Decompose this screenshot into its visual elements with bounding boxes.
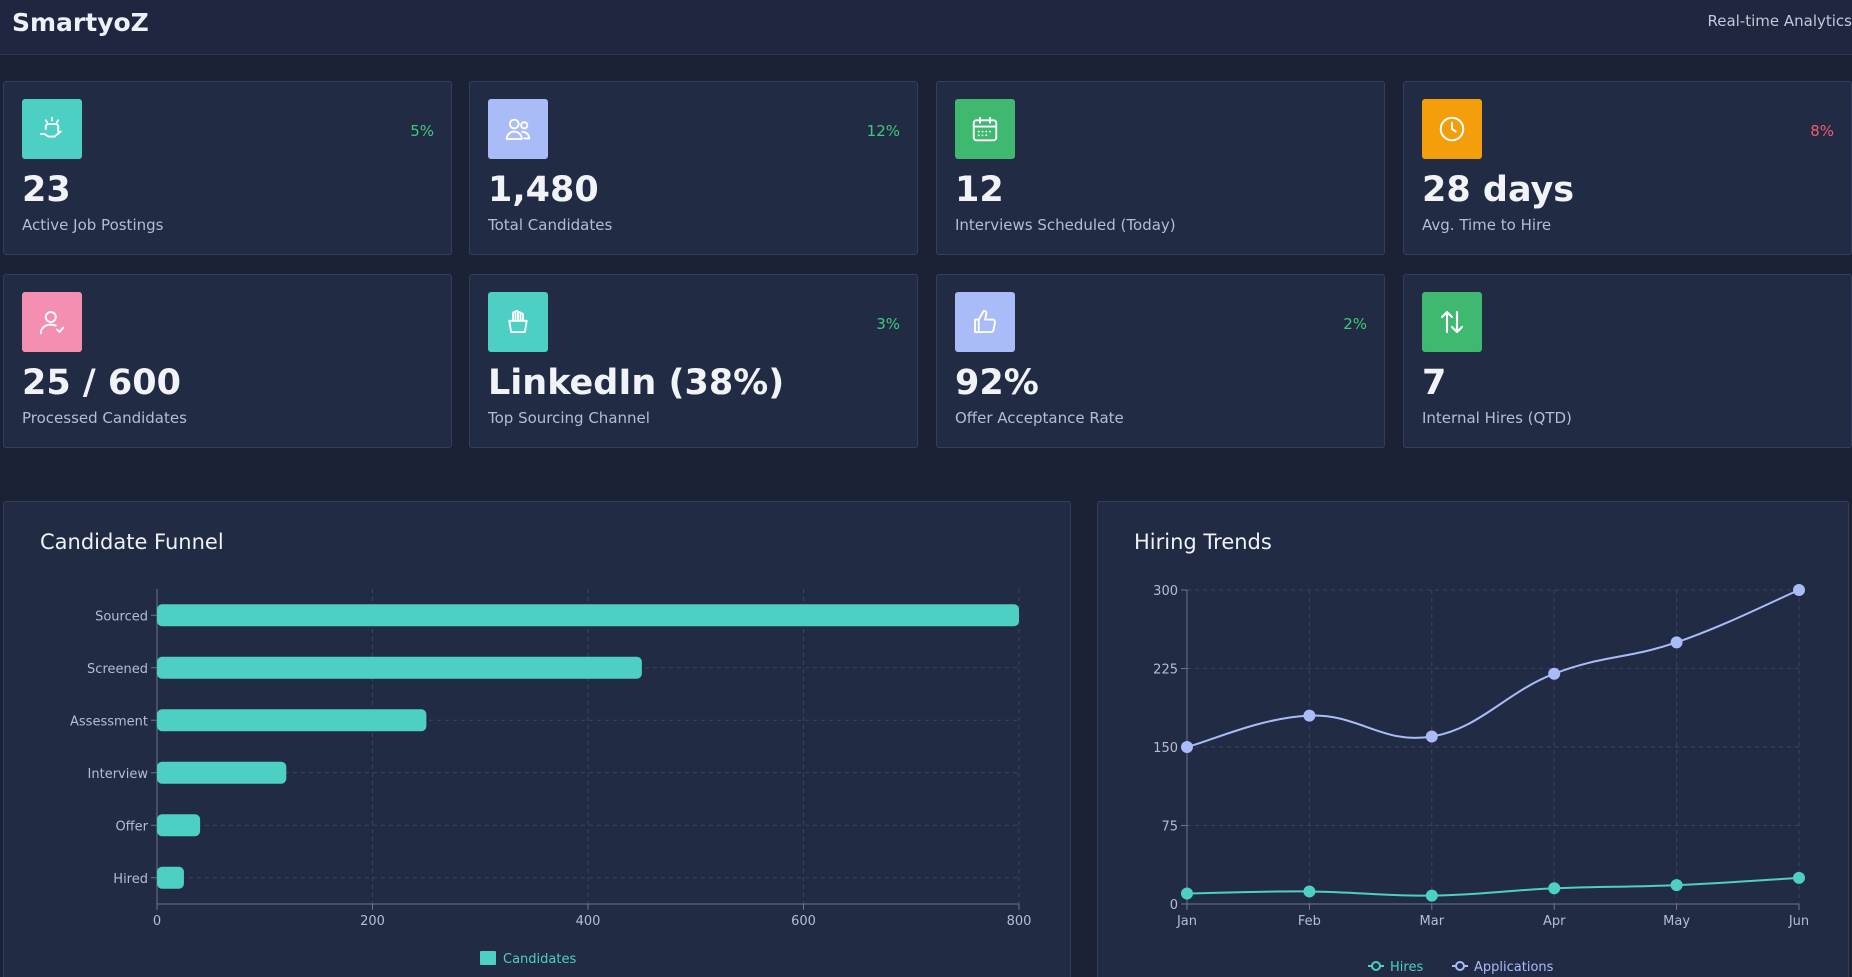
candidate-funnel-chart: 0 200 400 600 800 Sourced Screened Assessment In… bbox=[70, 589, 1032, 967]
x-tick-label: May bbox=[1663, 914, 1690, 929]
category-label: Interview bbox=[88, 767, 149, 782]
stat-value: 7 bbox=[1422, 363, 1447, 403]
stat-value: 92% bbox=[955, 363, 1039, 403]
stat-label: Internal Hires (QTD) bbox=[1422, 409, 1572, 427]
data-point bbox=[1425, 889, 1438, 902]
change-percent: 2% bbox=[1343, 315, 1367, 333]
category-label: Hired bbox=[113, 872, 148, 887]
stat-label: Interviews Scheduled (Today) bbox=[955, 216, 1176, 234]
stat-card-top-sourcing-channel[interactable]: 3% LinkedIn (38%) Top Sourcing Channel bbox=[469, 274, 918, 448]
stat-label: Active Job Postings bbox=[22, 216, 164, 234]
calendar-icon bbox=[955, 99, 1015, 159]
data-point bbox=[1670, 636, 1683, 649]
change-percent: 8% bbox=[1810, 122, 1834, 140]
hiring-trends-chart: 0 75 150 225 300 Jan Feb Mar Apr May Jun Hires Appli… bbox=[1153, 584, 1809, 975]
legend-label: Hires bbox=[1390, 960, 1423, 975]
funnel-bar bbox=[157, 709, 427, 732]
stat-label: Top Sourcing Channel bbox=[488, 409, 650, 427]
data-point bbox=[1303, 885, 1316, 898]
x-tick-label: Feb bbox=[1298, 914, 1321, 929]
stat-value: 25 / 600 bbox=[22, 363, 181, 403]
stat-label: Avg. Time to Hire bbox=[1422, 216, 1552, 234]
change-percent: 3% bbox=[876, 315, 900, 333]
x-tick-label: Jun bbox=[1788, 914, 1809, 929]
users-icon bbox=[488, 99, 548, 159]
user-check-icon bbox=[22, 292, 82, 352]
funnel-bar bbox=[157, 866, 184, 889]
category-label: Assessment bbox=[70, 714, 148, 729]
transfer-arrows-icon bbox=[1422, 292, 1482, 352]
data-point bbox=[1548, 882, 1561, 895]
stat-label: Processed Candidates bbox=[22, 409, 187, 427]
stat-card-total-candidates[interactable]: 12% 1,480 Total Candidates bbox=[469, 81, 918, 255]
stat-label: Total Candidates bbox=[488, 216, 613, 234]
brand-logo: SmartyoZ bbox=[12, 8, 149, 37]
x-tick-label: 200 bbox=[360, 914, 385, 929]
data-point bbox=[1793, 871, 1805, 884]
thumbs-up-icon bbox=[955, 292, 1015, 352]
legend-label: Applications bbox=[1474, 960, 1554, 975]
category-label: Offer bbox=[115, 819, 148, 834]
funnel-bar bbox=[157, 604, 1019, 627]
legend-swatch bbox=[480, 951, 496, 965]
x-tick-label: 800 bbox=[1007, 914, 1032, 929]
legend-marker bbox=[1371, 961, 1381, 971]
x-tick-label: 400 bbox=[576, 914, 601, 929]
stat-card-processed-candidates[interactable]: 25 / 600 Processed Candidates bbox=[3, 274, 452, 448]
funnel-bar bbox=[157, 656, 642, 679]
change-percent: 5% bbox=[410, 122, 434, 140]
stat-card-offer-acceptance-rate[interactable]: 2% 92% Offer Acceptance Rate bbox=[936, 274, 1385, 448]
data-point bbox=[1181, 887, 1193, 900]
legend-marker bbox=[1455, 961, 1465, 971]
stat-value: LinkedIn (38%) bbox=[488, 363, 785, 403]
x-tick-label: 0 bbox=[153, 914, 161, 929]
funnel-bar bbox=[157, 761, 287, 784]
y-tick-label: 300 bbox=[1153, 584, 1178, 599]
data-point bbox=[1303, 709, 1316, 722]
stat-card-active-job-postings[interactable]: 5% 23 Active Job Postings bbox=[3, 81, 452, 255]
data-point bbox=[1548, 667, 1561, 680]
data-point bbox=[1670, 879, 1683, 892]
data-point bbox=[1181, 741, 1193, 753]
data-point bbox=[1793, 584, 1805, 596]
funnel-bar bbox=[157, 814, 201, 837]
top-bar: SmartyoZ Real-time Analytics bbox=[0, 0, 1852, 55]
clock-icon bbox=[1422, 99, 1482, 159]
category-label: Screened bbox=[87, 662, 148, 677]
realtime-status: Real-time Analytics bbox=[1707, 12, 1852, 30]
stat-card-interviews-scheduled[interactable]: 12 Interviews Scheduled (Today) bbox=[936, 81, 1385, 255]
category-label: Sourced bbox=[95, 609, 148, 624]
hiring-trends-panel: Hiring Trends 0 75 150 225 300 Jan Feb Mar Apr Ma… bbox=[1097, 501, 1849, 977]
candidate-funnel-panel: Candidate Funnel 0 200 400 600 800 Sourced Scr… bbox=[3, 501, 1071, 977]
x-tick-label: 600 bbox=[791, 914, 816, 929]
legend-label: Candidates bbox=[503, 952, 576, 967]
series-line-hires bbox=[1186, 876, 1800, 897]
x-tick-label: Jan bbox=[1176, 914, 1197, 929]
y-tick-label: 225 bbox=[1153, 663, 1178, 678]
stat-value: 12 bbox=[955, 170, 1004, 210]
stat-value: 23 bbox=[22, 170, 71, 210]
y-tick-label: 150 bbox=[1153, 741, 1178, 756]
stat-card-internal-hires[interactable]: 7 Internal Hires (QTD) bbox=[1403, 274, 1852, 448]
basket-icon bbox=[488, 292, 548, 352]
change-percent: 12% bbox=[866, 122, 900, 140]
y-tick-label: 0 bbox=[1170, 898, 1178, 913]
stat-label: Offer Acceptance Rate bbox=[955, 409, 1124, 427]
data-point bbox=[1425, 730, 1438, 743]
x-tick-label: Apr bbox=[1543, 914, 1566, 929]
x-tick-label: Mar bbox=[1420, 914, 1445, 929]
stat-card-avg-time-to-hire[interactable]: 8% 28 days Avg. Time to Hire bbox=[1403, 81, 1852, 255]
stat-value: 28 days bbox=[1422, 170, 1575, 210]
stat-value: 1,480 bbox=[488, 170, 599, 210]
y-tick-label: 75 bbox=[1161, 820, 1178, 835]
hiring-hands-icon bbox=[22, 99, 82, 159]
